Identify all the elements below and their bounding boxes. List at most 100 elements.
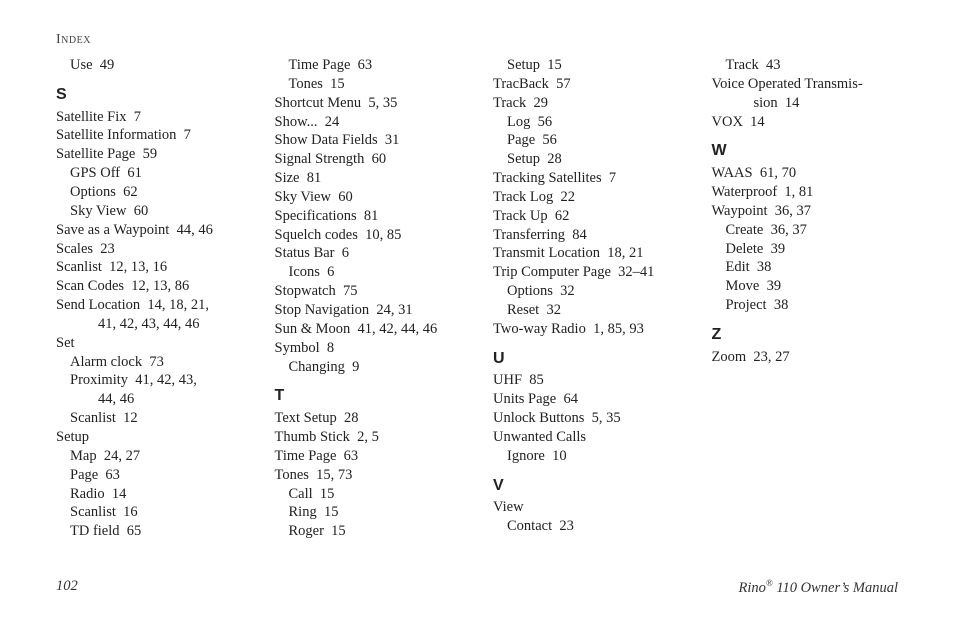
index-entry: Shortcut Menu 5, 35: [275, 94, 462, 113]
index-entry: Track Log 22: [493, 188, 680, 207]
index-entry: Contact 23: [493, 517, 680, 536]
index-section-letter: V: [493, 476, 680, 497]
index-entry: Setup: [56, 428, 243, 447]
index-entry: Satellite Page 59: [56, 145, 243, 164]
index-entry: Symbol 8: [275, 339, 462, 358]
index-column-3: Setup 15TracBack 57Track 29Log 56Page 56…: [493, 56, 680, 541]
index-entry: Roger 15: [275, 522, 462, 541]
index-entry: Units Page 64: [493, 390, 680, 409]
index-entry: Set: [56, 334, 243, 353]
index-entry: Status Bar 6: [275, 244, 462, 263]
index-columns: Use 49 S Satellite Fix 7Satellite Informat…: [56, 56, 898, 541]
index-entry: 44, 46: [56, 390, 243, 409]
index-entry: Options 32: [493, 282, 680, 301]
index-entry: View: [493, 498, 680, 517]
index-entry: Save as a Waypoint 44, 46: [56, 221, 243, 240]
index-entry: Voice Operated Transmis-: [712, 75, 899, 94]
index-entry: Delete 39: [712, 240, 899, 259]
index-entry: Setup 15: [493, 56, 680, 75]
index-entry: Page 56: [493, 131, 680, 150]
index-entry: Log 56: [493, 113, 680, 132]
index-entry: Scanlist 16: [56, 503, 243, 522]
index-entry: TD field 65: [56, 522, 243, 541]
index-entry: VOX 14: [712, 113, 899, 132]
index-entry: Sky View 60: [56, 202, 243, 221]
index-entry: Waypoint 36, 37: [712, 202, 899, 221]
index-entry: Show Data Fields 31: [275, 131, 462, 150]
index-section-letter: S: [56, 85, 243, 106]
index-section-letter: Z: [712, 325, 899, 346]
index-entry: Page 63: [56, 466, 243, 485]
index-entry: Use 49: [56, 56, 243, 75]
index-entry: Edit 38: [712, 258, 899, 277]
index-entry: Satellite Information 7: [56, 126, 243, 145]
index-entry: Text Setup 28: [275, 409, 462, 428]
index-entry: sion 14: [712, 94, 899, 113]
running-head: Index: [56, 32, 898, 48]
index-entry: Scales 23: [56, 240, 243, 259]
index-entry: Create 36, 37: [712, 221, 899, 240]
index-entry: Radio 14: [56, 485, 243, 504]
index-entry: Time Page 63: [275, 447, 462, 466]
index-entry: Reset 32: [493, 301, 680, 320]
index-entry: Unlock Buttons 5, 35: [493, 409, 680, 428]
index-entry: Stop Navigation 24, 31: [275, 301, 462, 320]
index-entry: Satellite Fix 7: [56, 108, 243, 127]
index-entry: Size 81: [275, 169, 462, 188]
page-footer: 102 Rino® 110 Owner’s Manual: [56, 578, 898, 597]
index-entry: Tracking Satellites 7: [493, 169, 680, 188]
index-entry: Options 62: [56, 183, 243, 202]
manual-title-prefix: Rino: [738, 580, 765, 596]
index-column-4: Track 43Voice Operated Transmis-sion 14V…: [712, 56, 899, 541]
index-entry: Waterproof 1, 81: [712, 183, 899, 202]
index-entry: Changing 9: [275, 358, 462, 377]
index-entry: Zoom 23, 27: [712, 348, 899, 367]
index-entry: Icons 6: [275, 263, 462, 282]
index-section-letter: U: [493, 349, 680, 370]
index-entry: GPS Off 61: [56, 164, 243, 183]
index-entry: Track 29: [493, 94, 680, 113]
index-entry: Move 39: [712, 277, 899, 296]
manual-title: Rino® 110 Owner’s Manual: [738, 578, 898, 597]
index-column-2: Time Page 63Tones 15Shortcut Menu 5, 35S…: [275, 56, 462, 541]
page-number: 102: [56, 578, 78, 597]
index-entry: Track 43: [712, 56, 899, 75]
index-entry: Transmit Location 18, 21: [493, 244, 680, 263]
index-entry: Alarm clock 73: [56, 353, 243, 372]
index-entry: Sky View 60: [275, 188, 462, 207]
index-page: Index Use 49 S Satellite Fix 7Satellite In…: [0, 0, 954, 621]
index-entry: Squelch codes 10, 85: [275, 226, 462, 245]
index-section-letter: W: [712, 141, 899, 162]
index-entry: Trip Computer Page 32–41: [493, 263, 680, 282]
index-section-letter: T: [275, 386, 462, 407]
index-entry: Setup 28: [493, 150, 680, 169]
index-entry: Show... 24: [275, 113, 462, 132]
index-entry: Scan Codes 12, 13, 86: [56, 277, 243, 296]
registered-mark: ®: [766, 578, 773, 588]
index-entry: Send Location 14, 18, 21,: [56, 296, 243, 315]
index-entry: Transferring 84: [493, 226, 680, 245]
index-entry: Project 38: [712, 296, 899, 315]
index-entry: UHF 85: [493, 371, 680, 390]
index-entry: Time Page 63: [275, 56, 462, 75]
index-entry: Two-way Radio 1, 85, 93: [493, 320, 680, 339]
manual-title-suffix: 110 Owner’s Manual: [773, 580, 898, 596]
index-entry: Call 15: [275, 485, 462, 504]
index-entry: Ignore 10: [493, 447, 680, 466]
index-entry: 41, 42, 43, 44, 46: [56, 315, 243, 334]
index-entry: Specifications 81: [275, 207, 462, 226]
index-entry: TracBack 57: [493, 75, 680, 94]
index-entry: Tones 15: [275, 75, 462, 94]
index-entry: Tones 15, 73: [275, 466, 462, 485]
index-entry: Map 24, 27: [56, 447, 243, 466]
index-entry: Ring 15: [275, 503, 462, 522]
index-entry: Track Up 62: [493, 207, 680, 226]
index-entry: Stopwatch 75: [275, 282, 462, 301]
index-entry: Sun & Moon 41, 42, 44, 46: [275, 320, 462, 339]
index-entry: Signal Strength 60: [275, 150, 462, 169]
index-entry: Proximity 41, 42, 43,: [56, 371, 243, 390]
index-entry: WAAS 61, 70: [712, 164, 899, 183]
index-entry: Scanlist 12: [56, 409, 243, 428]
index-entry: Scanlist 12, 13, 16: [56, 258, 243, 277]
index-entry: Thumb Stick 2, 5: [275, 428, 462, 447]
